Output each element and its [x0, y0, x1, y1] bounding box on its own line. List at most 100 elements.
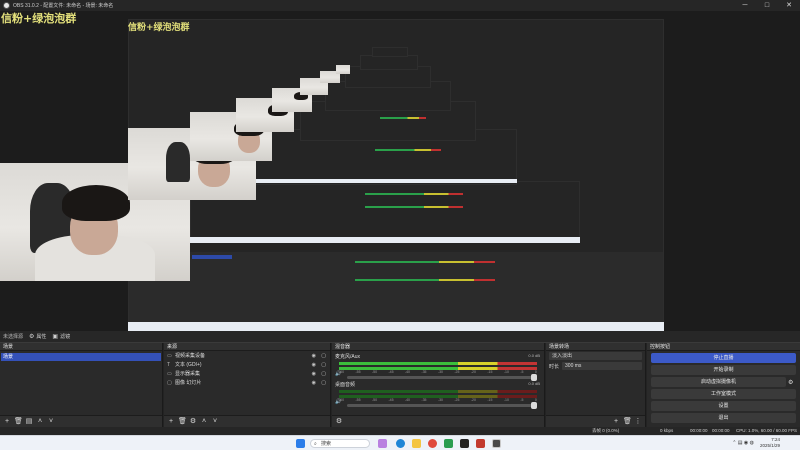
- tick-label: -5: [520, 398, 524, 402]
- tick-label: -10: [503, 370, 509, 374]
- app-icon-red[interactable]: [476, 439, 485, 448]
- close-button[interactable]: ✕: [778, 0, 800, 11]
- add-source-button[interactable]: +: [167, 418, 175, 426]
- move-up-button[interactable]: ˄: [200, 418, 208, 426]
- file-explorer-icon[interactable]: [412, 439, 421, 448]
- eye-icon[interactable]: ◉: [312, 371, 316, 377]
- remove-scene-button[interactable]: 🗑: [14, 418, 23, 426]
- add-scene-button[interactable]: +: [3, 418, 11, 426]
- filters-button[interactable]: ▣ 滤镜: [52, 333, 70, 340]
- scene-item[interactable]: 场景: [1, 353, 161, 361]
- tick-label: -5: [520, 370, 524, 374]
- lock-icon[interactable]: ▢: [321, 371, 326, 377]
- clock-date: 2025/1/29: [759, 443, 780, 448]
- speaker-icon[interactable]: 🔊: [335, 399, 341, 405]
- obs-taskbar-icon[interactable]: [492, 439, 501, 448]
- filters-label: 滤镜: [60, 334, 71, 340]
- overlay-text-nested: 信粉+绿泡泡群: [128, 23, 190, 33]
- duration-input[interactable]: 300 ms: [562, 362, 642, 370]
- tick-label: -25: [454, 398, 460, 402]
- speaker-icon[interactable]: 🔊: [335, 371, 341, 377]
- source-item[interactable]: T 文本 (GDI+) ◉ ▢: [164, 360, 330, 369]
- preview-canvas[interactable]: 信粉+绿泡泡群 信粉+绿泡泡群: [0, 11, 800, 331]
- minimize-button[interactable]: ─: [734, 0, 756, 11]
- app-icon-green[interactable]: [444, 439, 453, 448]
- source-item[interactable]: ▭ 视频采集设备 ◉ ▢: [164, 351, 330, 360]
- source-item[interactable]: ▭ 显示器采集 ◉ ▢: [164, 369, 330, 378]
- edge-icon[interactable]: [396, 439, 405, 448]
- meter-ticks: -60 -55 -50 -45 -40 -35 -30 -25 -20 -15 -10 -5 0: [339, 370, 537, 374]
- system-tray[interactable]: ⌃ ▤ ◉ ◍: [732, 440, 754, 446]
- source-properties-button[interactable]: ⚙: [189, 418, 197, 426]
- scenes-title: 场景: [0, 343, 162, 351]
- start-virtual-camera-button[interactable]: 启动虚拟摄像机: [651, 377, 786, 387]
- source-label: 文本 (GDI+): [175, 362, 202, 368]
- windows-start-icon[interactable]: [296, 439, 305, 448]
- studio-mode-button[interactable]: 工作室模式: [651, 389, 796, 399]
- docks-area: 场景 场景 + 🗑 ▤ ˄ ˅ 来源 ▭ 视频采集设备 ◉ ▢ T 文本 (GD…: [0, 343, 800, 427]
- clock[interactable]: 7:24 2025/1/29: [760, 437, 780, 449]
- remove-source-button[interactable]: 🗑: [178, 418, 187, 426]
- source-item[interactable]: ▢ 图像 幻灯片 ◉ ▢: [164, 378, 330, 387]
- transitions-dock: 场景转场 淡入淡出 时长 300 ms + 🗑 ⋮: [546, 343, 646, 427]
- move-down-button[interactable]: ˅: [211, 418, 219, 426]
- eye-icon[interactable]: ◉: [312, 362, 316, 368]
- bitrate: 0 kbps: [660, 428, 674, 433]
- controls-dock: 控制按钮 停止直播 开始录制 启动虚拟摄像机 工作室模式 设置 退出: [647, 343, 800, 427]
- tick-label: -55: [355, 370, 361, 374]
- tick-label: -45: [388, 398, 394, 402]
- transition-menu-button[interactable]: ⋮: [634, 418, 642, 426]
- settings-button[interactable]: 设置: [651, 401, 796, 411]
- tick-label: -10: [503, 398, 509, 402]
- tick-label: -55: [355, 398, 361, 402]
- text-icon: T: [167, 361, 171, 368]
- tick-label: -30: [437, 370, 443, 374]
- scene-filters-button[interactable]: ▤: [25, 418, 33, 426]
- fader-knob[interactable]: [531, 402, 537, 409]
- mixer-settings-button[interactable]: ⚙: [335, 418, 343, 426]
- move-up-button[interactable]: ˄: [36, 418, 44, 426]
- add-transition-button[interactable]: +: [612, 418, 620, 426]
- eye-icon[interactable]: ◉: [312, 380, 316, 386]
- no-source-label: 未选择源: [3, 334, 24, 340]
- remove-transition-button[interactable]: 🗑: [623, 418, 632, 426]
- virtual-camera-settings-icon[interactable]: ⚙: [788, 379, 793, 386]
- eye-icon[interactable]: ◉: [312, 353, 316, 359]
- tick-label: -20: [470, 398, 476, 402]
- transitions-title: 场景转场: [546, 343, 645, 351]
- start-recording-button[interactable]: 开始录制: [651, 365, 796, 375]
- search-icon: ⌕: [314, 441, 317, 447]
- maximize-button[interactable]: □: [756, 0, 778, 11]
- mixer-channel-desktop: 桌面音频 0.0 dB -60 -55 -50 -45 -40 -35 -30 -25 -20-…: [332, 379, 544, 409]
- tick-label: -45: [388, 370, 394, 374]
- tick-label: -20: [470, 370, 476, 374]
- tick-label: -15: [487, 398, 493, 402]
- taskbar-search[interactable]: ⌕ 搜索: [310, 439, 370, 448]
- title-bar: OBS 31.0.2 - 配置文件: 未命名 - 场景: 未命名 ─ □ ✕: [0, 0, 800, 11]
- channel-db: 0.0 dB: [528, 381, 540, 386]
- dropped-frames: 丢帧 0 (0.0%): [592, 428, 620, 433]
- app-icon-dark[interactable]: [460, 439, 469, 448]
- volume-fader[interactable]: [347, 402, 537, 409]
- tick-label: -25: [454, 370, 460, 374]
- tick-label: -35: [421, 398, 427, 402]
- properties-button[interactable]: ⚙ 属性: [29, 333, 46, 340]
- widget-icon[interactable]: [378, 439, 387, 448]
- lock-icon[interactable]: ▢: [321, 353, 326, 359]
- lock-icon[interactable]: ▢: [321, 380, 326, 386]
- rec-time: 00:00:00: [712, 428, 730, 433]
- duration-label: 时长: [549, 363, 560, 370]
- move-down-button[interactable]: ˅: [47, 418, 55, 426]
- controls-title: 控制按钮: [647, 343, 800, 351]
- lock-icon[interactable]: ▢: [321, 362, 326, 368]
- transition-select[interactable]: 淡入淡出: [549, 352, 642, 360]
- nested-capture-8: [372, 47, 408, 57]
- sources-title: 来源: [164, 343, 330, 351]
- chrome-icon[interactable]: [428, 439, 437, 448]
- tick-label: -50: [371, 398, 378, 402]
- window-controls: ─ □ ✕: [734, 0, 800, 11]
- exit-button[interactable]: 退出: [651, 413, 796, 423]
- status-bar: 丢帧 0 (0.0%) 0 kbps 00:00:00 00:00:00 CPU…: [0, 427, 800, 435]
- stop-streaming-button[interactable]: 停止直播: [651, 353, 796, 363]
- channel-name: 麦克风/Aux: [335, 354, 361, 360]
